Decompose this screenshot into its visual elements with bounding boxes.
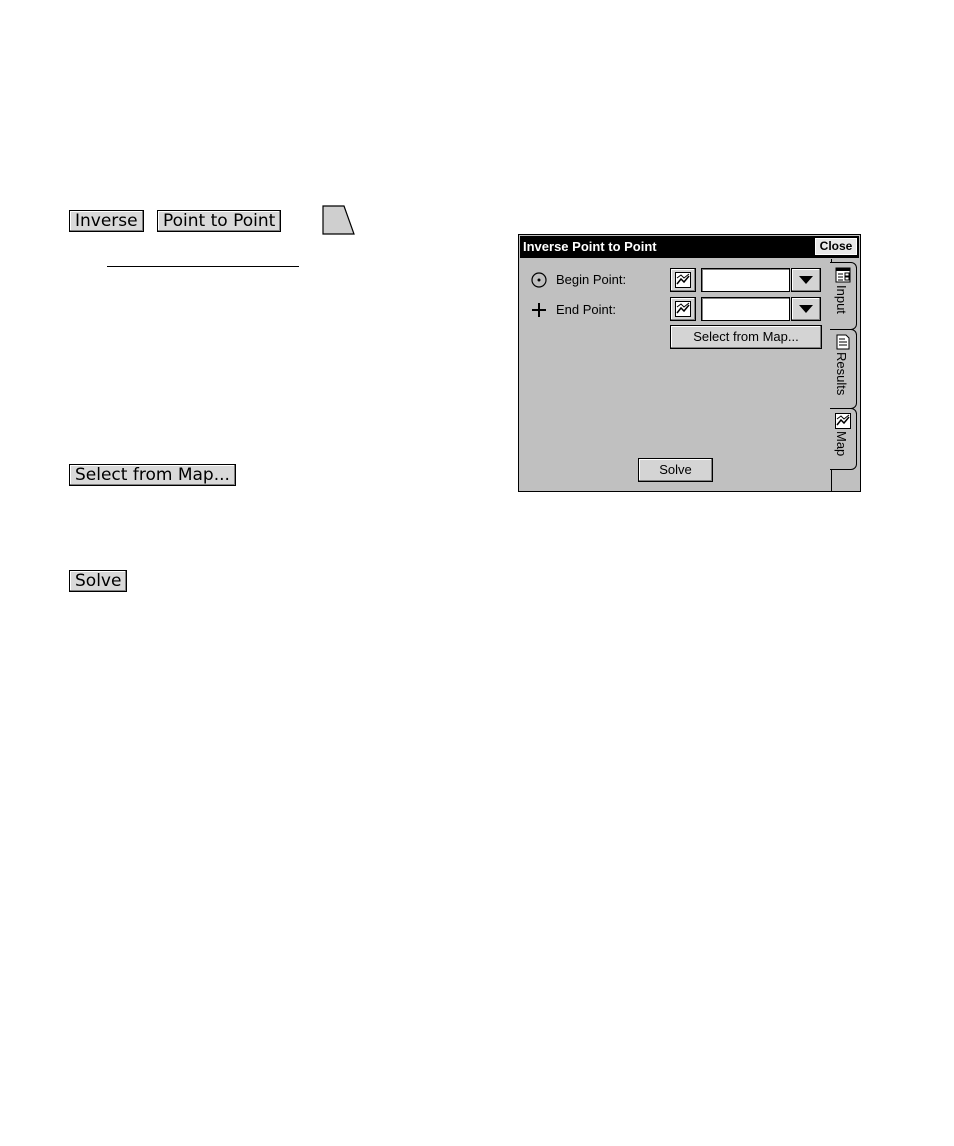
map-pick-icon: [675, 301, 691, 317]
tab-input[interactable]: Input: [830, 262, 857, 330]
window-title: Inverse Point to Point: [523, 239, 657, 254]
tab-results-label: Results: [834, 352, 849, 396]
begin-point-map-pick-button[interactable]: [670, 268, 696, 292]
tab-input-label: Input: [834, 285, 849, 314]
begin-point-dropdown-button[interactable]: [791, 268, 821, 292]
end-point-label: End Point:: [556, 302, 616, 317]
end-point-field[interactable]: [701, 297, 790, 321]
begin-point-label: Begin Point:: [556, 272, 627, 287]
tab-map[interactable]: Map: [830, 408, 857, 470]
begin-point-icon: [531, 272, 547, 288]
solve-button[interactable]: Solve: [69, 570, 128, 592]
input-icon: [835, 267, 851, 283]
solve-window-button[interactable]: Solve: [638, 458, 713, 482]
dropdown-arrow-icon: [799, 305, 813, 313]
results-icon: [836, 334, 850, 350]
tab-results[interactable]: Results: [830, 329, 857, 409]
end-point-map-pick-button[interactable]: [670, 297, 696, 321]
select-from-map-window-button[interactable]: Select from Map...: [670, 325, 822, 349]
map-pick-icon: [675, 272, 691, 288]
select-from-map-button[interactable]: Select from Map...: [69, 464, 236, 486]
divider-line: [107, 266, 299, 267]
begin-point-field[interactable]: [701, 268, 790, 292]
end-point-dropdown-button[interactable]: [791, 297, 821, 321]
inverse-point-to-point-window: Inverse Point to Point Close Begin Point…: [518, 234, 861, 492]
point-to-point-button[interactable]: Point to Point: [157, 210, 282, 232]
tab-map-label: Map: [834, 431, 849, 457]
inverse-button[interactable]: Inverse: [69, 210, 144, 232]
end-point-icon: [532, 303, 546, 317]
map-icon: [835, 413, 851, 429]
titlebar: Inverse Point to Point Close: [520, 236, 859, 258]
close-button[interactable]: Close: [815, 238, 857, 255]
trapezoid-icon: [322, 205, 355, 235]
dropdown-arrow-icon: [799, 276, 813, 284]
